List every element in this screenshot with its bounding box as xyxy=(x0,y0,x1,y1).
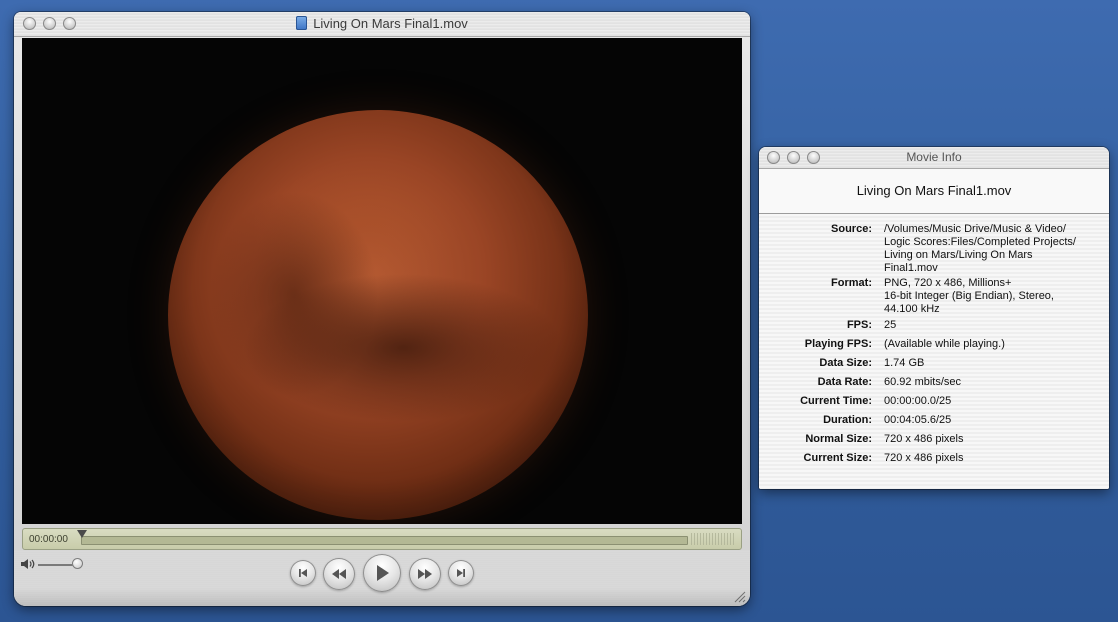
info-row-value-line: Living on Mars/Living On Mars xyxy=(884,249,1033,261)
fast-forward-button[interactable] xyxy=(409,558,441,590)
document-icon xyxy=(296,16,308,30)
info-row-key: Duration: xyxy=(823,414,872,426)
current-time-display: 00:00:00 xyxy=(29,534,68,545)
player-title-text: Living On Mars Final1.mov xyxy=(313,16,468,31)
info-titlebar[interactable]: Movie Info xyxy=(759,147,1109,169)
movie-info-window[interactable]: Movie Info Living On Mars Final1.mov Sou… xyxy=(759,147,1109,489)
info-row-value-line: 25 xyxy=(884,319,897,331)
info-row-key: Format: xyxy=(831,277,872,289)
info-row-value: 00:00:00.0/25 xyxy=(884,395,1098,408)
info-row-value-line: Logic Scores:Files/Completed Projects/ xyxy=(884,236,1076,248)
info-row-value: 720 x 486 pixels xyxy=(884,433,1098,446)
info-row-value-line: 00:04:05.6/25 xyxy=(884,414,952,426)
info-row-key: Normal Size: xyxy=(805,433,872,445)
info-file-name: Living On Mars Final1.mov xyxy=(759,169,1109,214)
resize-grip-icon[interactable] xyxy=(732,589,746,603)
speaker-icon[interactable] xyxy=(20,557,36,571)
info-row-value-line: 720 x 486 pixels xyxy=(884,433,964,445)
info-row-key: Source: xyxy=(831,223,872,235)
info-row-value: 00:04:05.6/25 xyxy=(884,414,1098,427)
info-row-value: /Volumes/Music Drive/Music & Video/Logic… xyxy=(884,223,1098,275)
info-row-value: 25 xyxy=(884,319,1098,332)
info-row-value-line: 1.74 GB xyxy=(884,357,925,369)
control-bar xyxy=(14,550,750,606)
skip-start-icon xyxy=(299,569,307,577)
info-row-value-line: /Volumes/Music Drive/Music & Video/ xyxy=(884,223,1066,235)
info-row-value: 1.74 GB xyxy=(884,357,1098,370)
info-row-value-line: (Available while playing.) xyxy=(884,338,1005,350)
volume-slider-knob[interactable] xyxy=(72,558,83,569)
info-row-value: PNG, 720 x 486, Millions+ 16-bit Integer … xyxy=(884,277,1098,316)
rewind-button[interactable] xyxy=(323,558,355,590)
skip-end-button[interactable] xyxy=(448,560,474,586)
fast-forward-icon xyxy=(418,569,432,579)
info-title: Movie Info xyxy=(906,150,962,164)
skip-start-button[interactable] xyxy=(290,560,316,586)
playhead-marker[interactable] xyxy=(77,530,87,538)
player-title: Living On Mars Final1.mov xyxy=(14,16,750,31)
play-icon xyxy=(377,565,389,581)
info-row-key: Playing FPS: xyxy=(804,338,872,350)
player-window[interactable]: Living On Mars Final1.mov 00:00:00 xyxy=(14,12,750,606)
info-row-value-line: PNG, 720 x 486, Millions+ xyxy=(884,277,1012,289)
timeline-texture xyxy=(691,533,735,545)
info-row-key: Current Size: xyxy=(803,452,872,464)
rewind-icon xyxy=(332,569,346,579)
info-row-value: (Available while playing.) xyxy=(884,338,1098,351)
info-row-value-line: Final1.mov xyxy=(884,262,938,274)
info-row-value-line: 60.92 mbits/sec xyxy=(884,376,962,388)
info-row-key: Current Time: xyxy=(800,395,872,407)
info-row-value-line: 16-bit Integer (Big Endian), Stereo, xyxy=(884,290,1054,302)
info-row-value-line: 720 x 486 pixels xyxy=(884,452,964,464)
info-row-key: Data Rate: xyxy=(817,376,872,388)
info-row-value-line: 44.100 kHz xyxy=(884,303,940,315)
mars-planet-image xyxy=(168,110,588,520)
timeline-bar[interactable]: 00:00:00 xyxy=(22,528,742,550)
info-row-value: 60.92 mbits/sec xyxy=(884,376,1098,389)
play-button[interactable] xyxy=(363,554,401,592)
info-row-key: Data Size: xyxy=(819,357,872,369)
video-frame[interactable] xyxy=(22,38,742,524)
timeline-track[interactable] xyxy=(81,536,688,545)
info-row-value: 720 x 486 pixels xyxy=(884,452,1098,465)
info-details: Source: /Volumes/Music Drive/Music & Vide… xyxy=(759,214,1109,489)
volume-track[interactable] xyxy=(38,564,76,566)
skip-end-icon xyxy=(457,569,465,577)
info-row-key: FPS: xyxy=(846,319,872,331)
player-titlebar[interactable]: Living On Mars Final1.mov xyxy=(14,12,750,37)
info-row-value-line: 00:00:00.0/25 xyxy=(884,395,952,407)
